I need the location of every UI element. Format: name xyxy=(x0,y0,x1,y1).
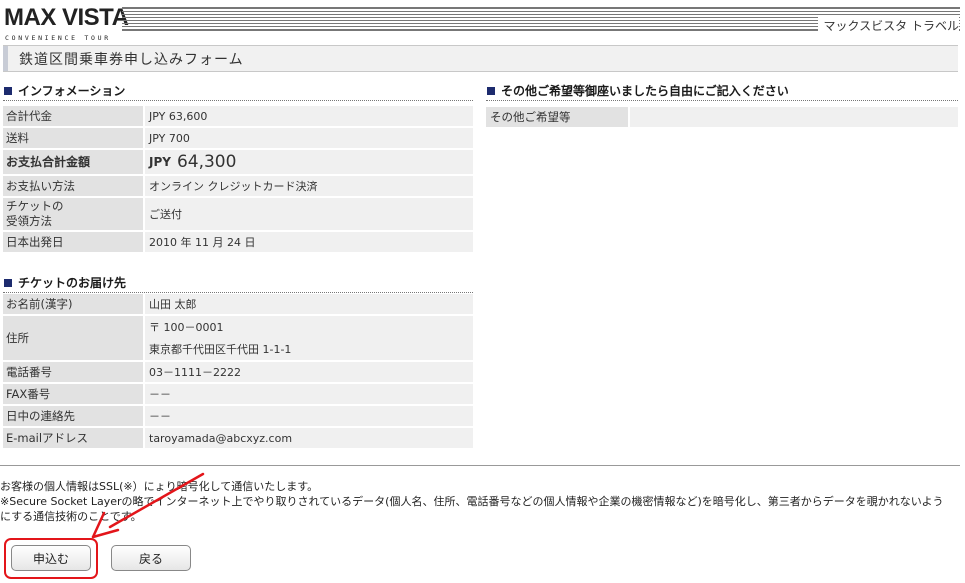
requests-label: その他ご希望等 xyxy=(486,107,628,127)
row-label: FAX番号 xyxy=(3,384,143,404)
row-label: 日本出発日 xyxy=(3,232,143,252)
row-label: チケットの 受領方法 xyxy=(3,198,143,230)
row-value: －－ xyxy=(145,384,473,404)
table-row: お支払い方法 オンライン クレジットカード決済 xyxy=(3,176,473,196)
table-row: E-mailアドレス taroyamada@abcxyz.com xyxy=(3,428,473,448)
address-value: 〒 100－0001 東京都千代田区千代田 1-1-1 xyxy=(145,316,473,360)
annotation-highlight-box xyxy=(4,538,98,579)
section-marker-icon xyxy=(4,87,12,95)
info-table: 合計代金 JPY 63,600 送料 JPY 700 お支払合計金額 JPY 6… xyxy=(3,106,473,254)
table-row: お名前(漢字) 山田 太郎 xyxy=(3,294,473,314)
table-row: お支払合計金額 JPY 64,300 xyxy=(3,150,473,174)
requests-value xyxy=(630,107,958,127)
postal-code: 〒 100－0001 xyxy=(149,321,224,334)
row-value: JPY 700 xyxy=(145,128,473,148)
row-label: お支払い方法 xyxy=(3,176,143,196)
amount: 64,300 xyxy=(176,152,237,172)
row-value: －－ xyxy=(145,406,473,426)
notice-line: お客様の個人情報はSSL(※）にょり暗号化して通信いたします。 xyxy=(0,480,319,493)
table-row: 合計代金 JPY 63,600 xyxy=(3,106,473,126)
table-row: 電話番号 03－1111－2222 xyxy=(3,362,473,382)
page-title-bar: 鉄道区間乗車券申し込みフォーム xyxy=(3,45,958,72)
row-value: taroyamada@abcxyz.com xyxy=(145,428,473,448)
logo-wordmark: MAX VISTA xyxy=(4,4,129,31)
row-label: 合計代金 xyxy=(3,106,143,126)
row-label: 住所 xyxy=(3,316,143,360)
logo: MAX VISTA CONVENIENCE TOUR xyxy=(4,4,129,44)
table-row: 日中の連絡先 －－ xyxy=(3,406,473,426)
divider xyxy=(0,465,960,466)
row-label: お名前(漢字) xyxy=(3,294,143,314)
section-title: その他ご希望等御座いましたら自由にご記入ください xyxy=(501,84,789,98)
title-accent xyxy=(3,46,8,71)
ssl-notice: お客様の個人情報はSSL(※）にょり暗号化して通信いたします。 ※Secure … xyxy=(0,479,962,524)
table-row: 日本出発日 2010 年 11 月 24 日 xyxy=(3,232,473,252)
back-button[interactable]: 戻る xyxy=(111,545,191,571)
section-marker-icon xyxy=(487,87,495,95)
delivery-table: お名前(漢字) 山田 太郎 住所 〒 100－0001 東京都千代田区千代田 1… xyxy=(3,294,473,450)
section-title: チケットのお届け先 xyxy=(18,276,127,290)
row-label-line: チケットの xyxy=(6,199,64,213)
row-value: ご送付 xyxy=(145,198,473,230)
row-value: JPY 63,600 xyxy=(145,106,473,126)
row-value: 2010 年 11 月 24 日 xyxy=(145,232,473,252)
row-label: 送料 xyxy=(3,128,143,148)
row-label: お支払合計金額 xyxy=(3,150,143,174)
logo-tagline: CONVENIENCE TOUR xyxy=(5,34,111,42)
section-title: インフォメーション xyxy=(18,84,126,98)
table-row: 送料 JPY 700 xyxy=(3,128,473,148)
row-value: 03－1111－2222 xyxy=(145,362,473,382)
row-label: 日中の連絡先 xyxy=(3,406,143,426)
row-label-line: 受領方法 xyxy=(6,214,52,228)
section-marker-icon xyxy=(4,279,12,287)
table-row: FAX番号 －－ xyxy=(3,384,473,404)
section-heading-requests: その他ご希望等御座いましたら自由にご記入ください xyxy=(486,82,958,101)
notice-line: ※Secure Socket Layerの略でインターネット上でやり取りされてい… xyxy=(0,495,944,508)
site-name: マックスビスタ トラベル xyxy=(817,17,959,34)
payment-total-value: JPY 64,300 xyxy=(145,150,473,174)
row-label: 電話番号 xyxy=(3,362,143,382)
table-row: チケットの 受領方法 ご送付 xyxy=(3,198,473,230)
section-heading-info: インフォメーション xyxy=(3,82,473,101)
address-line: 東京都千代田区千代田 1-1-1 xyxy=(149,343,292,356)
table-row: 住所 〒 100－0001 東京都千代田区千代田 1-1-1 xyxy=(3,316,473,360)
row-value: 山田 太郎 xyxy=(145,294,473,314)
page-title: 鉄道区間乗車券申し込みフォーム xyxy=(19,52,244,68)
notice-line: にする通信技術のことです。 xyxy=(0,510,142,523)
row-label: E-mailアドレス xyxy=(3,428,143,448)
currency: JPY xyxy=(149,155,171,169)
section-heading-delivery: チケットのお届け先 xyxy=(3,274,473,293)
row-value: オンライン クレジットカード決済 xyxy=(145,176,473,196)
